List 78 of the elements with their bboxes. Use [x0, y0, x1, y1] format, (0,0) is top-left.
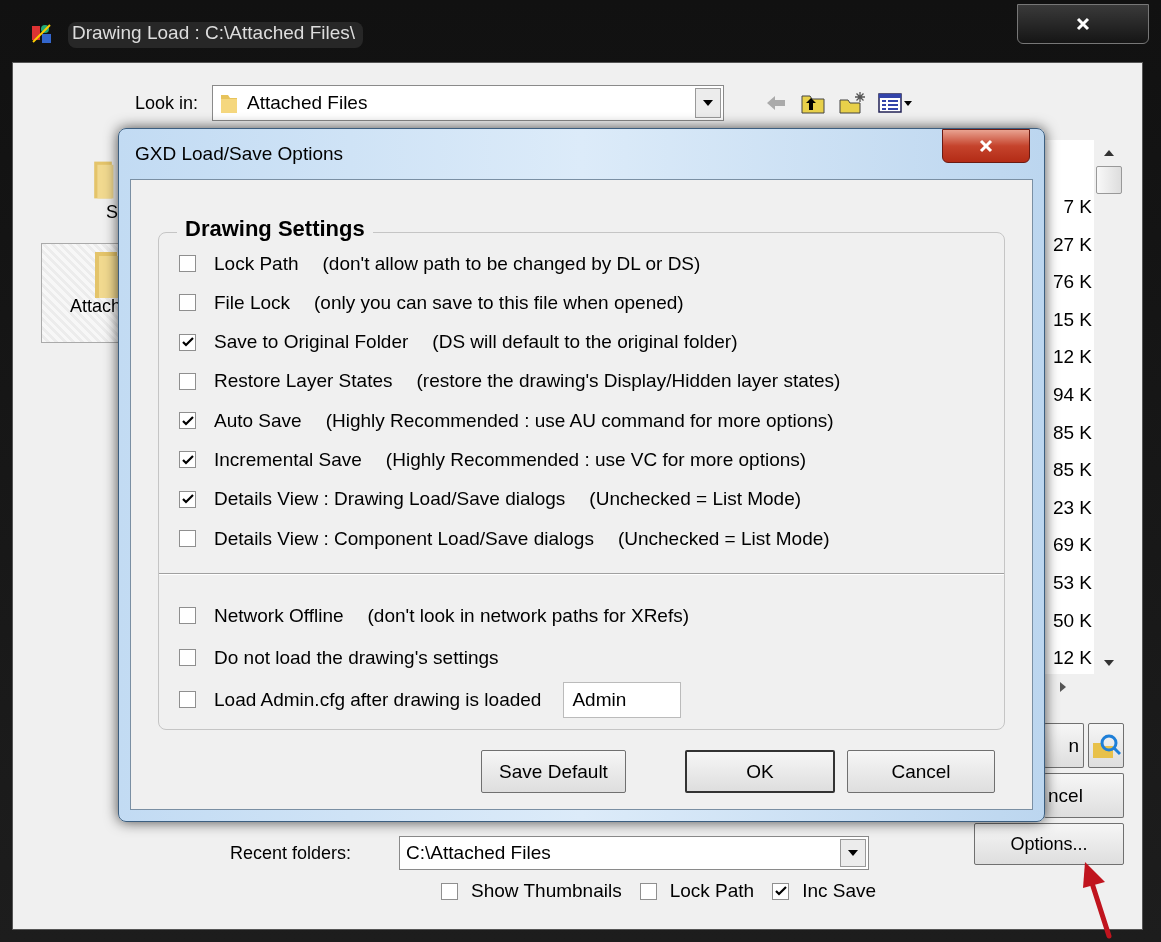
setting-note: (Unchecked = List Mode)	[617, 527, 830, 550]
app-icon	[30, 22, 54, 46]
setting-note: (only you can save to this file when opened)	[314, 291, 684, 314]
dialog-title: GXD Load/Save Options	[135, 143, 344, 165]
setting-note: (Unchecked = List Mode)	[589, 488, 802, 511]
close-icon	[1075, 16, 1091, 32]
caret-icon	[703, 100, 714, 106]
checkbox[interactable]	[179, 691, 196, 709]
view-menu-icon[interactable]	[878, 91, 915, 115]
caret-icon	[848, 850, 859, 856]
checkbox[interactable]	[179, 649, 196, 667]
checkbox-label: Incremental Save	[214, 449, 362, 471]
checkbox-label: Network Offline	[214, 604, 344, 627]
checkbox-label: Details View : Component Load/Save dialogs	[214, 527, 594, 550]
button[interactable]: n	[1044, 723, 1084, 768]
checkbox-label: Do not load the drawing's settings	[214, 646, 499, 669]
checkbox-label: Details View : Drawing Load/Save dialogs	[214, 488, 566, 511]
file-size: 12 K	[1052, 646, 1092, 671]
checkbox-label: File Lock	[214, 291, 291, 314]
place-item[interactable]: S	[41, 154, 121, 242]
close-icon	[978, 138, 994, 154]
button[interactable]: Cancel	[847, 750, 995, 793]
window-title: Drawing Load : C:\Attached Files\	[68, 22, 364, 48]
checkbox[interactable]	[179, 372, 196, 390]
checkbox[interactable]	[179, 607, 196, 625]
checkbox-label: Restore Layer States	[214, 370, 393, 393]
search-folder-button[interactable]	[1088, 723, 1124, 768]
checkbox-label: Lock Path	[214, 252, 299, 275]
checkbox[interactable]	[179, 530, 196, 548]
file-size: 50 K	[1052, 608, 1092, 633]
button[interactable]: OK	[685, 750, 835, 793]
scroll-up-icon[interactable]	[1104, 150, 1114, 156]
checkbox[interactable]	[179, 451, 196, 469]
scroll-right-icon[interactable]	[1060, 682, 1066, 692]
checkbox[interactable]	[441, 882, 458, 900]
checkbox[interactable]	[772, 882, 790, 900]
text-field[interactable]: Admin	[563, 681, 682, 718]
setting-note: (DS will default to the original folder)	[432, 331, 738, 354]
checkbox-label: Show Thumbnails	[471, 880, 622, 902]
look-in-label: Look in:	[135, 92, 199, 114]
scroll-thumb[interactable]	[1096, 166, 1122, 194]
recent-folders-label: Recent folders:	[230, 842, 352, 864]
checkbox[interactable]	[179, 490, 196, 508]
scroll-down-icon[interactable]	[1104, 660, 1114, 666]
file-size: 53 K	[1052, 570, 1092, 595]
setting-note: (restore the drawing's Display/Hidden layer states)	[416, 370, 841, 393]
close-button[interactable]	[942, 129, 1030, 163]
checkbox[interactable]	[179, 294, 196, 312]
button[interactable]: Save Default	[481, 750, 626, 793]
file-size: 23 K	[1052, 495, 1092, 520]
file-size: 69 K	[1052, 533, 1092, 558]
file-size: 12 K	[1052, 345, 1092, 370]
setting-note: (don't allow path to be changed by DL or DS)	[322, 252, 701, 275]
file-size: 85 K	[1052, 458, 1092, 483]
checkbox-label: Inc Save	[802, 880, 877, 902]
checkbox[interactable]	[179, 412, 196, 430]
file-size: 76 K	[1052, 270, 1092, 295]
button[interactable]: ncel	[1044, 773, 1124, 818]
file-size: 27 K	[1052, 232, 1092, 257]
file-size: 15 K	[1052, 307, 1092, 332]
file-size: 7 K	[1063, 195, 1092, 219]
checkbox[interactable]	[639, 882, 657, 900]
checkbox-label: Save to Original Folder	[214, 331, 409, 354]
setting-note: (don't look in network paths for XRefs)	[367, 604, 690, 627]
setting-note: (Highly Recommended : use VC for more options)	[385, 449, 807, 471]
checkbox[interactable]	[179, 333, 196, 351]
look-in-combo[interactable]: Attached Files	[212, 85, 725, 121]
checkbox-label: Lock Path	[669, 880, 755, 902]
checkbox[interactable]	[179, 255, 196, 272]
checkbox-label: Auto Save	[214, 409, 302, 432]
checkbox-label: Load Admin.cfg after drawing is loaded	[214, 688, 542, 711]
close-button[interactable]	[1017, 4, 1149, 44]
file-size: 85 K	[1052, 420, 1092, 445]
new-folder-icon[interactable]	[838, 91, 867, 115]
setting-note: (Highly Recommended : use AU command for more options)	[325, 409, 834, 432]
recent-folders-combo[interactable]: C:\Attached Files	[399, 836, 870, 870]
options-button[interactable]: Options...	[974, 823, 1124, 865]
file-size: 94 K	[1052, 382, 1092, 407]
